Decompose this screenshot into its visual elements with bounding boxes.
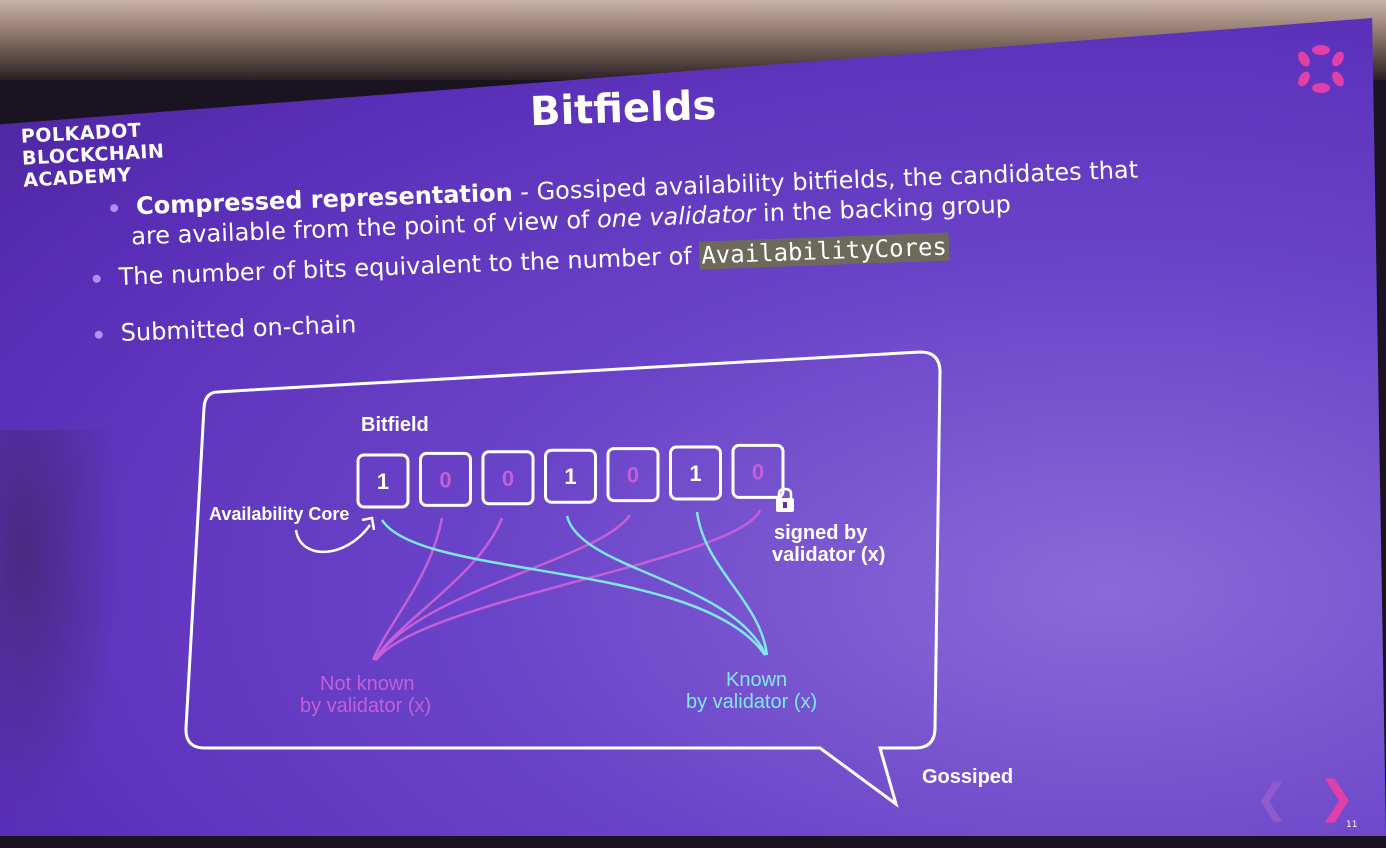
known-line-2: by validator (x) xyxy=(686,691,818,713)
bit-value: 0 xyxy=(752,459,764,484)
next-slide-chevron-icon[interactable]: ❯ xyxy=(1318,772,1355,823)
bitfield-diagram: 1 0 0 1 0 1 0 xyxy=(184,350,942,808)
page-number: 11 xyxy=(1346,820,1358,830)
availability-core-label: Availability Core xyxy=(209,504,350,524)
lock-icon xyxy=(776,487,794,512)
bit-value: 0 xyxy=(502,466,514,491)
gossiped-label: Gossiped xyxy=(922,766,1014,788)
bit-value: 1 xyxy=(564,464,576,489)
known-curve-1 xyxy=(380,519,767,656)
bit-value: 1 xyxy=(377,469,389,494)
known-curve-2 xyxy=(565,515,768,656)
availability-core-arrow xyxy=(294,524,372,554)
speech-bubble xyxy=(184,350,942,808)
known-line-1: Known xyxy=(726,669,788,691)
not-known-line-2: by validator (x) xyxy=(300,695,432,717)
signed-by-line-1: signed by xyxy=(774,522,868,544)
not-known-line-1: Not known xyxy=(320,673,415,695)
bit-value: 1 xyxy=(689,461,701,486)
bitfield-bits: 1 0 0 1 0 1 0 xyxy=(356,443,785,509)
bitfield-label: Bitfield xyxy=(361,414,429,436)
bit-value: 0 xyxy=(627,463,639,488)
bit-value: 0 xyxy=(439,467,451,492)
not-known-curve-3 xyxy=(373,514,632,661)
signed-by-line-2: validator (x) xyxy=(772,544,886,566)
previous-slide-chevron-icon[interactable]: ❮ xyxy=(1255,776,1289,822)
